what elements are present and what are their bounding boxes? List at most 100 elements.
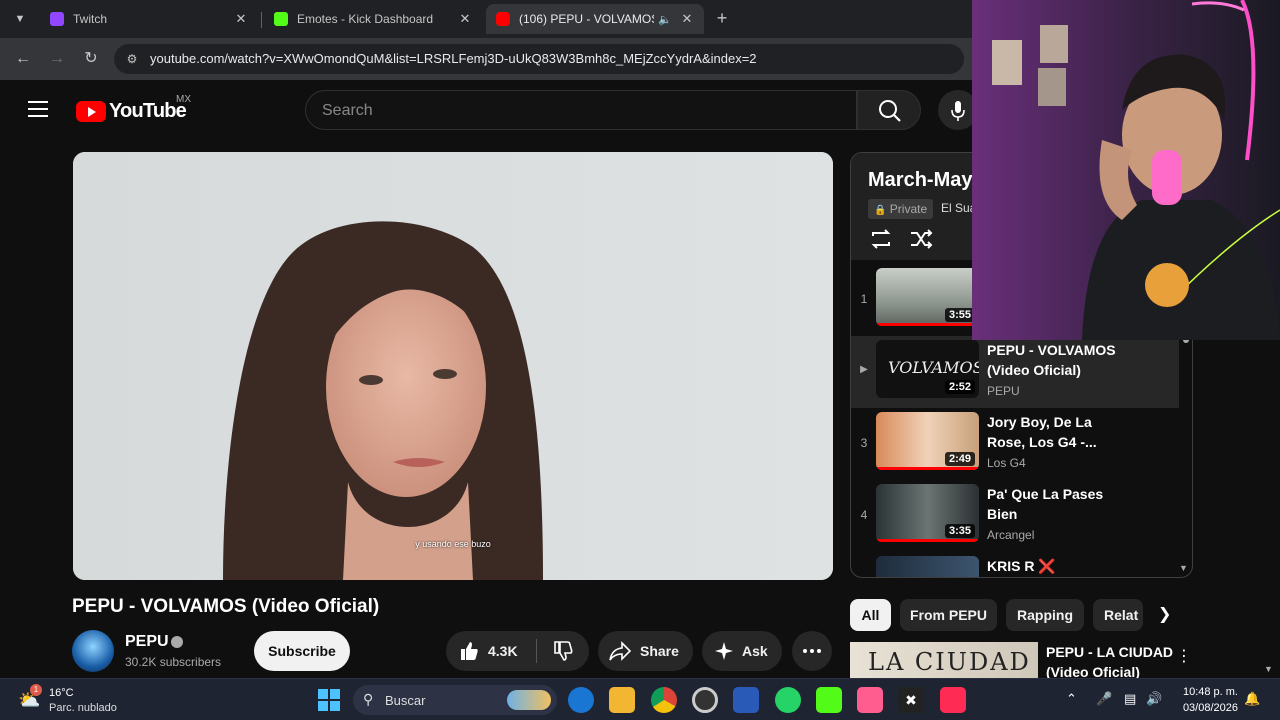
watch-progress bbox=[876, 539, 979, 542]
obs-icon[interactable] bbox=[692, 687, 718, 713]
verified-icon bbox=[171, 636, 183, 648]
edge-icon[interactable] bbox=[568, 687, 594, 713]
loop-icon[interactable] bbox=[868, 227, 894, 251]
youtube-logo[interactable]: YouTube bbox=[76, 100, 187, 123]
recommended-title[interactable]: PEPU - LA CIUDAD (Video Oficial) bbox=[1046, 642, 1176, 678]
share-label: Share bbox=[640, 643, 679, 659]
item-duration: 2:52 bbox=[944, 380, 975, 394]
channel-name[interactable]: PEPU bbox=[125, 633, 169, 651]
close-tab-icon[interactable]: ✕ bbox=[458, 11, 472, 27]
tab-search-dropdown-icon[interactable]: ▼ bbox=[8, 8, 32, 30]
chip-related[interactable]: Relat bbox=[1093, 599, 1143, 631]
notification-icon[interactable]: 🔔 bbox=[1244, 691, 1260, 707]
privacy-badge: 🔒 Private bbox=[868, 199, 934, 219]
tab-twitch[interactable]: Twitch ✕ bbox=[40, 4, 258, 34]
chevron-up-icon[interactable]: ⌃ bbox=[1066, 691, 1077, 707]
country-code: MX bbox=[176, 94, 191, 105]
reload-icon[interactable]: ↻ bbox=[80, 48, 102, 70]
chrome-icon[interactable] bbox=[651, 687, 677, 713]
clock[interactable]: 10:48 p. m. 03/08/2026 bbox=[1178, 684, 1238, 716]
kick-icon[interactable] bbox=[816, 687, 842, 713]
back-arrow-icon[interactable]: ← bbox=[12, 48, 34, 70]
playlist-title[interactable]: March-May bbox=[868, 169, 972, 192]
network-icon[interactable]: ▤ bbox=[1124, 691, 1136, 707]
tiktok-icon[interactable] bbox=[940, 687, 966, 713]
whatsapp-icon[interactable] bbox=[775, 687, 801, 713]
tab-title: (106) PEPU - VOLVAMOS (V bbox=[519, 12, 655, 26]
microphone-icon[interactable]: 🎤 bbox=[1096, 691, 1112, 707]
item-title: KRIS R ❌ bbox=[987, 558, 1056, 574]
search-highlight-icon bbox=[507, 690, 551, 710]
chip-rapping[interactable]: Rapping bbox=[1006, 599, 1084, 631]
recommended-thumbnail[interactable]: LA CIUDAD bbox=[850, 642, 1038, 678]
twitch-icon bbox=[50, 12, 64, 26]
item-index: 4 bbox=[860, 508, 868, 522]
item-thumbnail: 2:49 bbox=[876, 412, 979, 470]
windows-start-icon[interactable] bbox=[316, 687, 342, 713]
volume-icon[interactable]: 🔊 bbox=[1146, 691, 1162, 707]
ask-button[interactable]: Ask bbox=[702, 631, 782, 671]
kick-icon bbox=[274, 12, 288, 26]
watch-progress bbox=[876, 323, 979, 326]
speaker-icon[interactable]: 🔈 bbox=[658, 13, 672, 26]
search-button[interactable] bbox=[857, 90, 921, 130]
forward-arrow-icon[interactable]: → bbox=[46, 48, 68, 70]
clock-time: 10:48 p. m. bbox=[1182, 686, 1238, 698]
windows-taskbar: ⛅ 1 16°C Parc. nublado ⚲ Buscar ✖ ⌃ 🎤 ▤ bbox=[0, 678, 1280, 720]
taskbar-search[interactable]: ⚲ Buscar bbox=[353, 685, 557, 715]
lock-icon: 🔒 bbox=[874, 205, 887, 216]
item-thumbnail bbox=[876, 556, 979, 577]
close-tab-icon[interactable]: ✕ bbox=[234, 11, 248, 27]
site-settings-icon[interactable]: ⚙ bbox=[124, 51, 140, 67]
more-dots-icon bbox=[803, 649, 821, 653]
url-text: youtube.com/watch?v=XWwOmondQuM&list=LRS… bbox=[150, 51, 757, 66]
chip-from-pepu[interactable]: From PEPU bbox=[900, 599, 997, 631]
thumbs-down-icon bbox=[554, 641, 573, 661]
item-index: 1 bbox=[860, 292, 868, 306]
video-player[interactable]: y usando ese buzo bbox=[73, 152, 833, 580]
capcut-icon[interactable]: ✖ bbox=[898, 687, 924, 713]
search-input[interactable]: Search bbox=[305, 90, 857, 130]
address-bar[interactable]: ⚙ youtube.com/watch?v=XWwOmondQuM&list=L… bbox=[114, 44, 964, 74]
sparkle-icon bbox=[715, 642, 733, 660]
tab-kick-dashboard[interactable]: Emotes - Kick Dashboard ✕ bbox=[264, 4, 482, 34]
streamer-webcam-image bbox=[972, 0, 1280, 340]
item-thumbnail: 3:55 bbox=[876, 268, 979, 326]
close-tab-icon[interactable]: ✕ bbox=[680, 11, 694, 27]
now-playing-icon: ▶ bbox=[860, 364, 868, 375]
item-thumbnail: 3:35 bbox=[876, 484, 979, 542]
scroll-down-icon[interactable]: ▼ bbox=[1179, 563, 1188, 573]
chevron-right-icon[interactable]: ❯ bbox=[1158, 604, 1178, 624]
weather-alert-badge: 1 bbox=[30, 684, 42, 696]
shuffle-icon[interactable] bbox=[908, 227, 934, 251]
subscriber-count: 30.2K subscribers bbox=[125, 655, 222, 669]
item-title: PEPU - VOLVAMOS (Video Oficial) bbox=[987, 342, 1116, 378]
like-button[interactable]: 4.3K bbox=[446, 640, 536, 662]
new-tab-plus-icon[interactable]: + bbox=[712, 8, 732, 28]
dislike-button[interactable] bbox=[537, 640, 589, 662]
menu-hamburger-icon[interactable] bbox=[28, 101, 48, 117]
file-explorer-icon[interactable] bbox=[609, 687, 635, 713]
app-icon[interactable] bbox=[857, 687, 883, 713]
subscribe-button[interactable]: Subscribe bbox=[254, 631, 350, 671]
playlist-item[interactable]: 3 2:49 Jory Boy, De La Rose, Los G4 -...… bbox=[851, 408, 1179, 480]
item-duration: 3:35 bbox=[944, 524, 975, 538]
search-icon: ⚲ bbox=[363, 691, 374, 707]
logo-wordmark: YouTube bbox=[109, 100, 187, 122]
more-actions-button[interactable] bbox=[792, 631, 832, 671]
store-icon[interactable] bbox=[733, 687, 759, 713]
youtube-play-icon bbox=[76, 101, 106, 122]
more-vert-icon[interactable]: ⋮ bbox=[1176, 646, 1192, 666]
playlist-item[interactable]: 4 3:35 Pa' Que La Pases Bien Arcangel bbox=[851, 480, 1179, 552]
thumbnail-artwork: VOLVAMOS bbox=[888, 358, 979, 377]
share-button[interactable]: Share bbox=[598, 631, 693, 671]
chip-all[interactable]: All bbox=[850, 599, 891, 631]
tab-youtube-active[interactable]: (106) PEPU - VOLVAMOS (V 🔈 ✕ bbox=[486, 4, 704, 34]
ask-label: Ask bbox=[742, 643, 768, 659]
playlist-item-playing[interactable]: ▶ VOLVAMOS 2:52 PEPU - VOLVAMOS (Video O… bbox=[851, 336, 1179, 408]
item-artist: Arcangel bbox=[987, 528, 1035, 542]
playlist-item[interactable]: KRIS R ❌ bbox=[851, 552, 1179, 577]
video-frame-image bbox=[73, 152, 833, 580]
channel-avatar[interactable] bbox=[72, 630, 114, 672]
share-icon bbox=[609, 641, 632, 661]
